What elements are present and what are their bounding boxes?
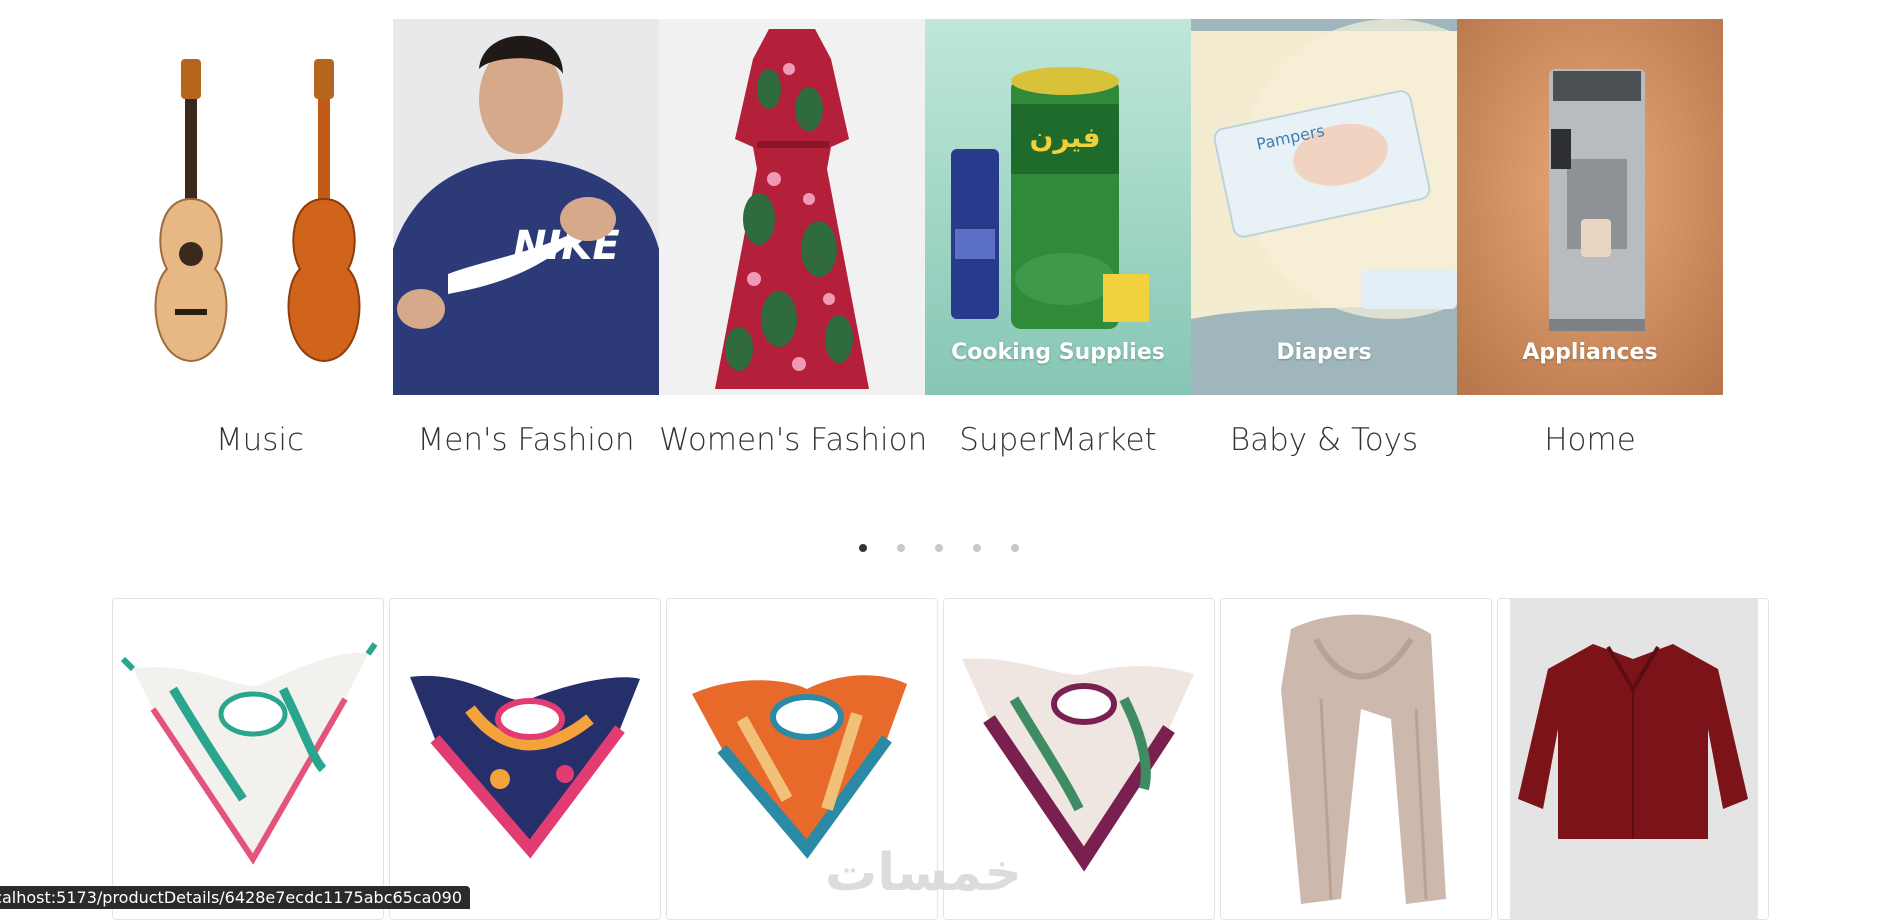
product-card[interactable]	[1497, 598, 1769, 920]
watermark-logo: خمسات	[825, 843, 1023, 903]
diapers-image: Pampers Diapers	[1191, 19, 1457, 395]
scarf-long-beige-image	[1221, 599, 1491, 919]
product-card[interactable]	[112, 598, 384, 920]
product-card[interactable]	[389, 598, 661, 920]
slider-dot-4[interactable]	[973, 544, 981, 552]
category-card-baby-toys[interactable]: Pampers Diapers Baby & Toys	[1191, 19, 1457, 458]
scarf-white-teal-image	[113, 599, 383, 919]
groceries-image: فيرن Cooking Supplies	[925, 19, 1191, 395]
slider-dot-2[interactable]	[897, 544, 905, 552]
category-label: Home	[1544, 422, 1636, 458]
category-slider: Music NIKE Men's Fashion Women's Fashion…	[127, 19, 1723, 469]
guitar-image	[127, 19, 393, 395]
dress-image	[659, 19, 925, 395]
category-overlay-text: Appliances	[1522, 340, 1658, 365]
product-card[interactable]	[1220, 598, 1492, 920]
category-card-home[interactable]: Appliances Home	[1457, 19, 1723, 458]
slider-dot-3[interactable]	[935, 544, 943, 552]
category-label: SuperMarket	[959, 422, 1157, 458]
slider-dot-1[interactable]	[859, 544, 867, 552]
slider-dot-5[interactable]	[1011, 544, 1019, 552]
category-overlay-text: Diapers	[1276, 340, 1372, 365]
shirt-maroon-image	[1498, 599, 1768, 919]
category-card-mens-fashion[interactable]: NIKE Men's Fashion	[393, 19, 659, 458]
category-label: Women's Fashion	[659, 422, 928, 458]
category-card-womens-fashion[interactable]: Women's Fashion	[659, 19, 927, 458]
category-label: Baby & Toys	[1229, 422, 1419, 458]
coffee-machine-image: Appliances	[1457, 19, 1723, 395]
scarf-navy-pink-image	[390, 599, 660, 919]
category-card-music[interactable]: Music	[127, 19, 393, 458]
category-label: Music	[215, 422, 305, 458]
hoodie-model-image: NIKE	[393, 19, 659, 395]
svg-text:فيرن: فيرن	[1029, 121, 1100, 154]
category-card-supermarket[interactable]: فيرن Cooking Supplies SuperMarket	[925, 19, 1191, 458]
category-label: Men's Fashion	[417, 422, 635, 458]
browser-status-url: ocalhost:5173/productDetails/6428e7ecdc1…	[0, 886, 470, 909]
category-overlay-text: Cooking Supplies	[951, 340, 1165, 365]
slider-pagination	[0, 544, 1878, 552]
